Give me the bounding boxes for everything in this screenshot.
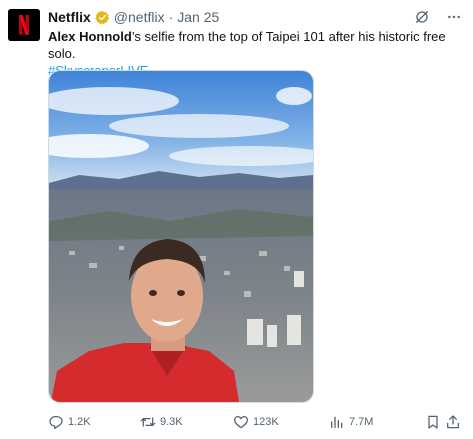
more-icon[interactable] bbox=[445, 8, 463, 26]
account-name[interactable]: Netflix bbox=[48, 9, 91, 25]
repost-button[interactable]: 9.3K bbox=[140, 414, 233, 430]
separator-dot: · bbox=[168, 9, 174, 25]
like-button[interactable]: 123K bbox=[233, 414, 329, 430]
reply-button[interactable]: 1.2K bbox=[48, 414, 140, 430]
grok-icon[interactable] bbox=[413, 8, 431, 26]
netflix-logo-icon bbox=[8, 9, 40, 41]
tweet-text-name: Alex Honnold bbox=[48, 29, 132, 44]
views-icon bbox=[331, 416, 343, 428]
views-count: 7.7M bbox=[349, 416, 374, 428]
top-right-icons bbox=[413, 8, 463, 26]
share-icon bbox=[447, 415, 459, 429]
avatar[interactable] bbox=[8, 9, 40, 41]
tweet-card[interactable]: Netflix @netflix · Jan 25 Alex Honnold’s… bbox=[0, 0, 473, 439]
action-bar: 1.2K 9.3K 123K 7.7M bbox=[48, 412, 464, 432]
reply-icon bbox=[49, 416, 63, 429]
account-handle[interactable]: @netflix bbox=[114, 9, 165, 25]
repost-icon bbox=[140, 417, 156, 427]
bookmark-icon bbox=[428, 415, 438, 429]
reply-count: 1.2K bbox=[68, 416, 91, 428]
verified-badge-icon bbox=[95, 10, 110, 25]
like-icon bbox=[234, 416, 248, 429]
views-button[interactable]: 7.7M bbox=[329, 414, 425, 430]
like-count: 123K bbox=[253, 416, 279, 428]
tweet-header: Netflix @netflix · Jan 25 bbox=[48, 8, 219, 26]
selfie-image bbox=[49, 71, 313, 402]
tweet-date[interactable]: Jan 25 bbox=[177, 9, 219, 25]
share-button[interactable] bbox=[445, 414, 464, 430]
repost-count: 9.3K bbox=[160, 416, 183, 428]
bookmark-button[interactable] bbox=[425, 414, 445, 430]
tweet-photo[interactable] bbox=[48, 70, 314, 403]
